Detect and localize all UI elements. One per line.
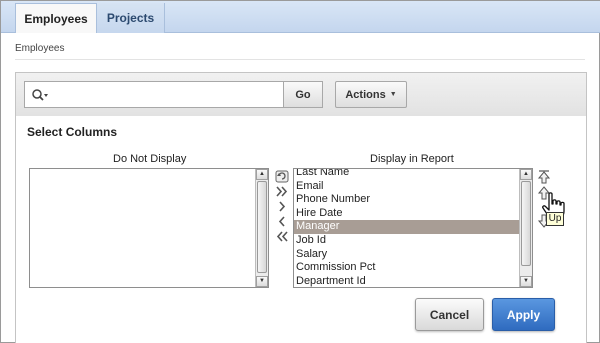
cancel-button[interactable]: Cancel [415, 298, 484, 331]
top-tab-bar: Employees Projects [1, 1, 600, 33]
tab-projects[interactable]: Projects [97, 3, 165, 33]
list-item-selected[interactable]: Manager [294, 220, 519, 234]
do-not-display-heading: Do Not Display [113, 153, 187, 165]
breadcrumb: Employees [15, 43, 65, 54]
move-all-left-icon[interactable] [275, 230, 289, 243]
go-button[interactable]: Go [283, 81, 323, 108]
move-left-icon[interactable] [275, 215, 289, 228]
search-icon[interactable] [31, 88, 49, 102]
report-toolbar: Go Actions ▼ [15, 72, 587, 116]
scroll-thumb[interactable] [521, 181, 531, 266]
scroll-down-icon[interactable]: ▼ [520, 276, 532, 287]
list-item[interactable]: Job Id [294, 234, 519, 248]
display-in-report-list[interactable]: Last Name Email Phone Number Hire Date M… [293, 168, 533, 288]
list-item[interactable]: Salary [294, 248, 519, 262]
display-in-report-heading: Display in Report [370, 153, 454, 165]
search-field[interactable] [24, 81, 284, 108]
list-item[interactable]: Email [294, 180, 519, 194]
scroll-up-icon[interactable]: ▲ [256, 169, 268, 180]
actions-button[interactable]: Actions ▼ [335, 81, 407, 108]
list-item[interactable]: Department Id [294, 275, 519, 287]
actions-label: Actions [345, 88, 386, 101]
scroll-thumb[interactable] [257, 181, 267, 273]
scrollbar[interactable]: ▲ ▼ [519, 169, 532, 287]
scrollbar[interactable]: ▲ ▼ [255, 169, 268, 287]
chevron-down-icon: ▼ [389, 91, 397, 98]
list-item[interactable]: Hire Date [294, 207, 519, 221]
apply-button[interactable]: Apply [492, 298, 555, 331]
list-item[interactable]: Phone Number [294, 193, 519, 207]
move-all-right-icon[interactable] [275, 185, 289, 198]
search-input[interactable] [53, 84, 281, 105]
do-not-display-list[interactable]: ▲ ▼ [29, 168, 269, 288]
list-item[interactable]: Last Name [294, 169, 519, 180]
breadcrumb-divider [15, 59, 585, 60]
reset-icon[interactable] [275, 170, 289, 183]
scroll-down-icon[interactable]: ▼ [256, 276, 268, 287]
panel-title: Select Columns [27, 125, 118, 139]
tooltip: Up [546, 212, 564, 226]
move-top-icon[interactable] [536, 169, 552, 185]
list-item[interactable]: Commission Pct [294, 261, 519, 275]
tab-employees[interactable]: Employees [15, 3, 97, 33]
move-right-icon[interactable] [275, 200, 289, 213]
scroll-up-icon[interactable]: ▲ [520, 169, 532, 180]
